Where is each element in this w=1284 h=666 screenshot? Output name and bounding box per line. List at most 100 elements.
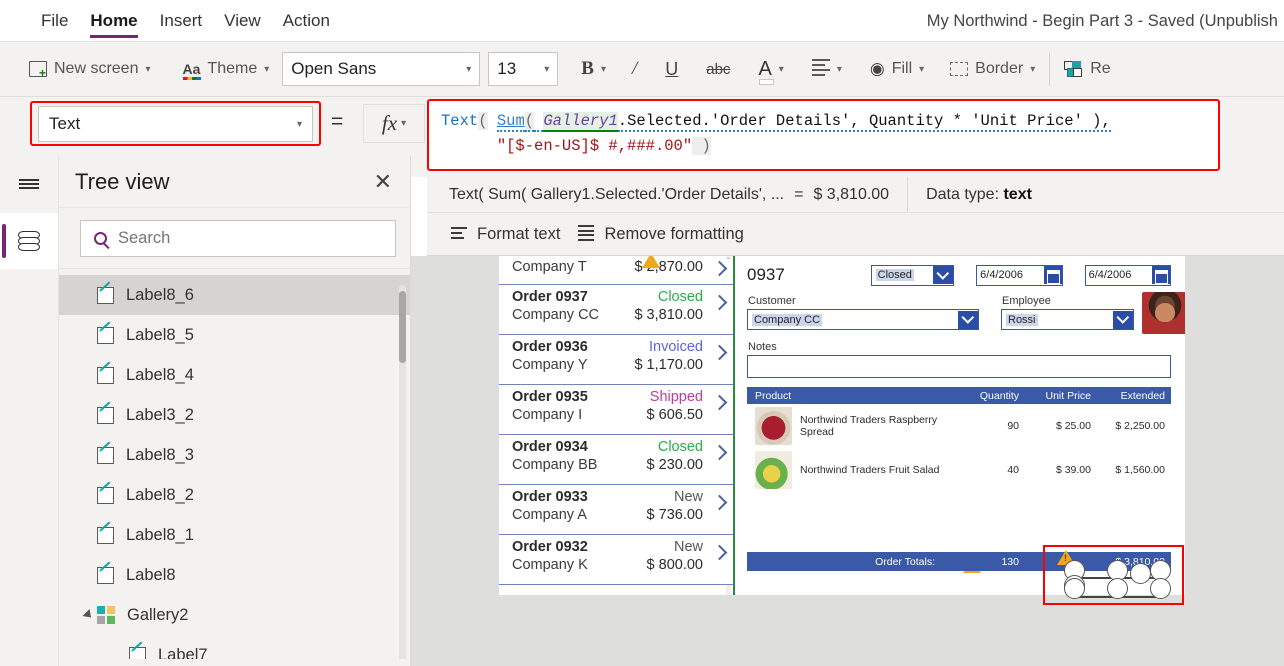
chevron-right-icon[interactable] xyxy=(711,294,728,311)
tree-item-label8-5[interactable]: Label8_5 xyxy=(59,315,410,355)
chevron-right-icon[interactable] xyxy=(711,544,728,561)
order-status: Shipped xyxy=(649,389,703,405)
expand-caret-icon[interactable] xyxy=(82,608,95,622)
gallery-item-0933[interactable]: Order 0933 New Company A $ 736.00 xyxy=(499,485,733,535)
resize-handle-mid-right[interactable] xyxy=(1130,563,1151,584)
tree-item-label8-1[interactable]: Label8_1 xyxy=(59,515,410,555)
search-input[interactable] xyxy=(118,229,382,248)
tree-item-label: Label8_1 xyxy=(126,525,194,544)
chevron-right-icon[interactable] xyxy=(711,444,728,461)
menu-item-insert[interactable]: Insert xyxy=(149,0,214,42)
unit-price-cell: $ 25.00 xyxy=(1055,420,1091,432)
employee-label: Employee xyxy=(1002,295,1051,307)
tree-item-label8-2[interactable]: Label8_2 xyxy=(59,475,410,515)
formula-fn-sum: Sum xyxy=(496,112,525,132)
format-text-button[interactable]: Format text xyxy=(427,213,560,256)
chevron-down-icon[interactable] xyxy=(933,266,954,284)
fill-button[interactable]: ◉ Fill ▾ xyxy=(861,50,933,88)
bold-button[interactable]: B ▾ xyxy=(572,50,615,88)
chevron-right-icon[interactable] xyxy=(711,260,728,277)
chevron-right-icon[interactable] xyxy=(711,494,728,511)
chevron-down-icon: ▾ xyxy=(1030,63,1036,75)
required-date-picker[interactable]: 6/4/2006 xyxy=(1084,264,1172,286)
tree-item-label8-3[interactable]: Label8_3 xyxy=(59,435,410,475)
resize-handle-bottom-left[interactable] xyxy=(1064,578,1085,599)
order-number: Order 0936 xyxy=(512,339,588,355)
menu-bar: File Home Insert View Action My Northwin… xyxy=(0,0,1284,42)
ribbon-toolbar: New screen ▾ Aa Theme ▾ Open Sans ▾ 13 ▾… xyxy=(0,42,1284,97)
new-screen-button[interactable]: New screen ▾ xyxy=(20,50,160,88)
notes-input[interactable] xyxy=(747,355,1171,378)
employee-dropdown[interactable]: Rossi xyxy=(1001,309,1134,330)
reorder-button[interactable]: Re xyxy=(1055,50,1119,88)
gallery-item-0936[interactable]: Order 0936 Invoiced Company Y $ 1,170.00 xyxy=(499,335,733,385)
border-button[interactable]: Border ▾ xyxy=(941,50,1044,88)
menu-item-file[interactable]: File xyxy=(30,0,79,42)
gallery-item-0932[interactable]: Order 0932 New Company K $ 800.00 xyxy=(499,535,733,585)
chevron-right-icon[interactable] xyxy=(711,344,728,361)
order-details-table: Product Quantity Unit Price Extended Nor… xyxy=(747,387,1171,492)
underline-button[interactable]: U xyxy=(656,50,687,88)
table-row[interactable]: Northwind Traders Fruit Salad 40 $ 39.00… xyxy=(747,448,1171,492)
tree-item-list[interactable]: Label8_6 Label8_5 Label8_4 Label3_2 Labe… xyxy=(59,269,410,659)
label-icon xyxy=(97,486,114,504)
italic-button[interactable]: / xyxy=(623,50,646,88)
table-row[interactable]: Northwind Traders Raspberry Spread 90 $ … xyxy=(747,404,1171,448)
font-family-select[interactable]: Open Sans ▾ xyxy=(282,52,481,86)
fx-button[interactable]: fx ▾ xyxy=(363,104,425,143)
remove-formatting-button[interactable]: Remove formatting xyxy=(560,213,744,256)
resize-handle-bottom-center[interactable] xyxy=(1107,578,1128,599)
datatype-value: text xyxy=(1003,185,1032,203)
status-dropdown[interactable]: Closed xyxy=(870,264,955,286)
strikethrough-button[interactable]: abc xyxy=(697,50,739,88)
customer-dropdown[interactable]: Company CC xyxy=(747,309,979,330)
tree-scrollbar-thumb[interactable] xyxy=(399,291,406,363)
order-number: Order 0935 xyxy=(512,389,588,405)
formula-space-1 xyxy=(488,112,497,130)
gallery-item-0937[interactable]: Order 0937 Closed Company CC $ 3,810.00 xyxy=(499,285,733,335)
resize-handle-bottom-right[interactable] xyxy=(1150,578,1171,599)
order-number: Order 0932 xyxy=(512,539,588,555)
extended-cell: $ 1,560.00 xyxy=(1115,464,1165,476)
datatype-label: Data type: xyxy=(926,185,1000,203)
gallery-item-0935[interactable]: Order 0935 Shipped Company I $ 606.50 xyxy=(499,385,733,435)
property-select[interactable]: Text ▾ xyxy=(38,106,313,142)
result-formula-preview-wrap: Text( Sum( Gallery1.Selected.'Order Deta… xyxy=(427,177,889,213)
product-name: Northwind Traders Raspberry Spread xyxy=(800,414,938,438)
orders-gallery[interactable]: Company T $ 2,870.00 Order 0937 Closed C… xyxy=(499,256,735,595)
menu-item-home[interactable]: Home xyxy=(79,0,148,42)
product-name: Northwind Traders Fruit Salad xyxy=(800,464,940,476)
tree-item-label8-6[interactable]: Label8_6 xyxy=(59,275,410,315)
chevron-down-icon[interactable] xyxy=(1113,310,1133,329)
tree-item-label8[interactable]: Label8 xyxy=(59,555,410,595)
tree-item-gallery2[interactable]: Gallery2 xyxy=(59,595,410,635)
order-company: Company Y xyxy=(512,357,588,373)
warning-icon xyxy=(642,256,660,268)
chevron-down-icon[interactable] xyxy=(958,310,978,329)
font-size-select[interactable]: 13 ▾ xyxy=(488,52,559,86)
gallery-item-clipped[interactable]: Company T $ 2,870.00 xyxy=(499,256,733,285)
order-date-picker[interactable]: 6/4/2006 xyxy=(976,264,1063,286)
calendar-icon[interactable] xyxy=(1043,266,1062,284)
theme-button[interactable]: Aa Theme ▾ xyxy=(174,50,279,88)
rail-item-tree-view[interactable] xyxy=(0,213,58,269)
border-label: Border xyxy=(975,60,1024,77)
calendar-icon[interactable] xyxy=(1152,266,1171,284)
search-box[interactable] xyxy=(80,220,396,257)
gallery-item-0934[interactable]: Order 0934 Closed Company BB $ 230.00 xyxy=(499,435,733,485)
formula-rest-line1: .Selected.'Order Details', Quantity * 'U… xyxy=(617,112,1111,132)
menu-item-action[interactable]: Action xyxy=(272,0,341,42)
align-button[interactable]: ▾ xyxy=(803,50,851,88)
hamburger-icon xyxy=(19,176,39,191)
tree-item-label8-4[interactable]: Label8_4 xyxy=(59,355,410,395)
tree-item-label3-2[interactable]: Label3_2 xyxy=(59,395,410,435)
chevron-right-icon[interactable] xyxy=(711,394,728,411)
hamburger-menu-button[interactable] xyxy=(0,156,58,212)
tree-item-label: Label8_5 xyxy=(126,325,194,344)
formula-input[interactable]: Text( Sum( Gallery1.Selected.'Order Deta… xyxy=(433,103,1214,167)
menu-item-view[interactable]: View xyxy=(213,0,272,42)
tree-item-label7[interactable]: Label7 xyxy=(59,635,410,659)
ribbon-divider xyxy=(1049,52,1051,86)
close-icon[interactable]: ✕ xyxy=(374,170,392,193)
font-color-button[interactable]: A ▾ xyxy=(749,50,792,88)
